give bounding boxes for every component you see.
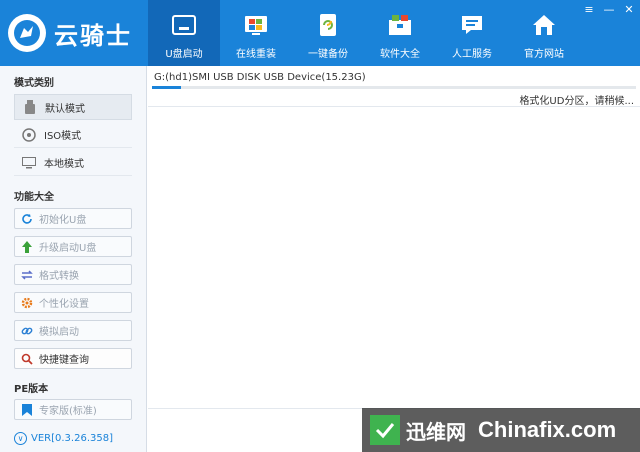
format-convert-button[interactable]: 格式转换 xyxy=(14,264,132,285)
log-area xyxy=(148,107,640,407)
watermark-logo-icon xyxy=(370,415,400,445)
nav-manual-service[interactable]: 人工服务 xyxy=(436,0,508,66)
fn-label: 快捷键查询 xyxy=(39,355,89,366)
mode-label: 本地模式 xyxy=(44,159,84,170)
fn-label: 模拟启动 xyxy=(39,327,79,338)
personalize-button[interactable]: 个性化设置 xyxy=(14,292,132,313)
usb-stick-icon xyxy=(23,100,37,114)
nav-label: U盘启动 xyxy=(165,49,203,60)
progress-bar xyxy=(152,86,636,89)
app-header: 云骑士 U盘启动 在线重装 一键备份 软件大全 人工服务 官方网站 ≡ — ✕ xyxy=(0,0,640,66)
progress-fill xyxy=(152,86,182,89)
watermark: 迅维网 Chinafix.com xyxy=(362,408,640,452)
brand-name: 云骑士 xyxy=(54,21,132,50)
mode-label: ISO模式 xyxy=(44,131,82,142)
device-label: G:(hd1)SMI USB DISK USB Device(15.23G) xyxy=(154,72,366,83)
refresh-icon xyxy=(21,213,33,225)
software-box-icon xyxy=(385,10,415,40)
fn-label: 初始化U盘 xyxy=(39,215,87,226)
nav-label: 官方网站 xyxy=(524,49,564,60)
bookmark-icon xyxy=(21,403,33,416)
version-info[interactable]: ∨ VER[0.3.26.358] xyxy=(14,432,113,445)
watermark-cn: 迅维网 xyxy=(406,419,466,444)
init-usb-button[interactable]: 初始化U盘 xyxy=(14,208,132,229)
pe-version-button[interactable]: 专家版(标准) xyxy=(14,399,132,420)
nav-one-click-backup[interactable]: 一键备份 xyxy=(292,0,364,66)
backup-refresh-icon xyxy=(313,10,343,40)
fn-label: 个性化设置 xyxy=(39,299,89,310)
home-icon xyxy=(529,10,559,40)
nav-label: 软件大全 xyxy=(380,49,420,60)
gear-icon xyxy=(21,297,33,309)
knight-logo-icon xyxy=(8,14,46,52)
arrow-up-icon xyxy=(21,240,33,253)
shortcut-query-button[interactable]: 快捷键查询 xyxy=(14,348,132,369)
version-text: VER[0.3.26.358] xyxy=(31,433,113,444)
mode-label: 默认模式 xyxy=(45,103,85,115)
nav-official-site[interactable]: 官方网站 xyxy=(508,0,580,66)
disc-icon xyxy=(22,127,36,142)
mode-default[interactable]: 默认模式 xyxy=(14,94,132,120)
minimize-icon[interactable]: — xyxy=(602,3,616,17)
search-icon xyxy=(21,353,33,365)
usb-drive-icon xyxy=(169,10,199,40)
app-logo: 云骑士 xyxy=(0,0,148,66)
nav-usb-boot[interactable]: U盘启动 xyxy=(148,0,220,66)
main-panel: G:(hd1)SMI USB DISK USB Device(15.23G) 格… xyxy=(148,66,640,452)
watermark-en: Chinafix.com xyxy=(478,417,617,442)
fn-label: 格式转换 xyxy=(39,271,79,282)
window-controls: ≡ — ✕ xyxy=(582,3,636,17)
chevron-down-icon: ∨ xyxy=(14,432,27,445)
upgrade-boot-usb-button[interactable]: 升级启动U盘 xyxy=(14,236,132,257)
sidebar: 模式类别 默认模式 ISO模式 本地模式 功能大全 初始化U盘 升级启动U盘 格… xyxy=(0,66,147,452)
mode-local[interactable]: 本地模式 xyxy=(14,150,132,176)
mode-iso[interactable]: ISO模式 xyxy=(14,122,132,148)
simulate-boot-button[interactable]: 模拟启动 xyxy=(14,320,132,341)
mode-section-title: 模式类别 xyxy=(14,78,54,89)
nav-software[interactable]: 软件大全 xyxy=(364,0,436,66)
monitor-icon xyxy=(22,156,36,170)
function-section-title: 功能大全 xyxy=(14,192,54,203)
top-nav: U盘启动 在线重装 一键备份 软件大全 人工服务 官方网站 xyxy=(148,0,580,66)
fn-label: 专家版(标准) xyxy=(39,406,97,417)
close-icon[interactable]: ✕ xyxy=(622,3,636,17)
convert-arrows-icon xyxy=(21,269,33,281)
fn-label: 升级启动U盘 xyxy=(39,243,97,254)
link-icon xyxy=(21,325,33,337)
nav-online-reinstall[interactable]: 在线重装 xyxy=(220,0,292,66)
status-text: 格式化UD分区，请稍候... xyxy=(519,96,634,107)
chat-bubble-icon xyxy=(457,10,487,40)
pe-section-title: PE版本 xyxy=(14,384,49,395)
menu-icon[interactable]: ≡ xyxy=(582,3,596,17)
nav-label: 人工服务 xyxy=(452,49,492,60)
windows-icon xyxy=(241,10,271,40)
nav-label: 在线重装 xyxy=(236,49,276,60)
nav-label: 一键备份 xyxy=(308,49,348,60)
